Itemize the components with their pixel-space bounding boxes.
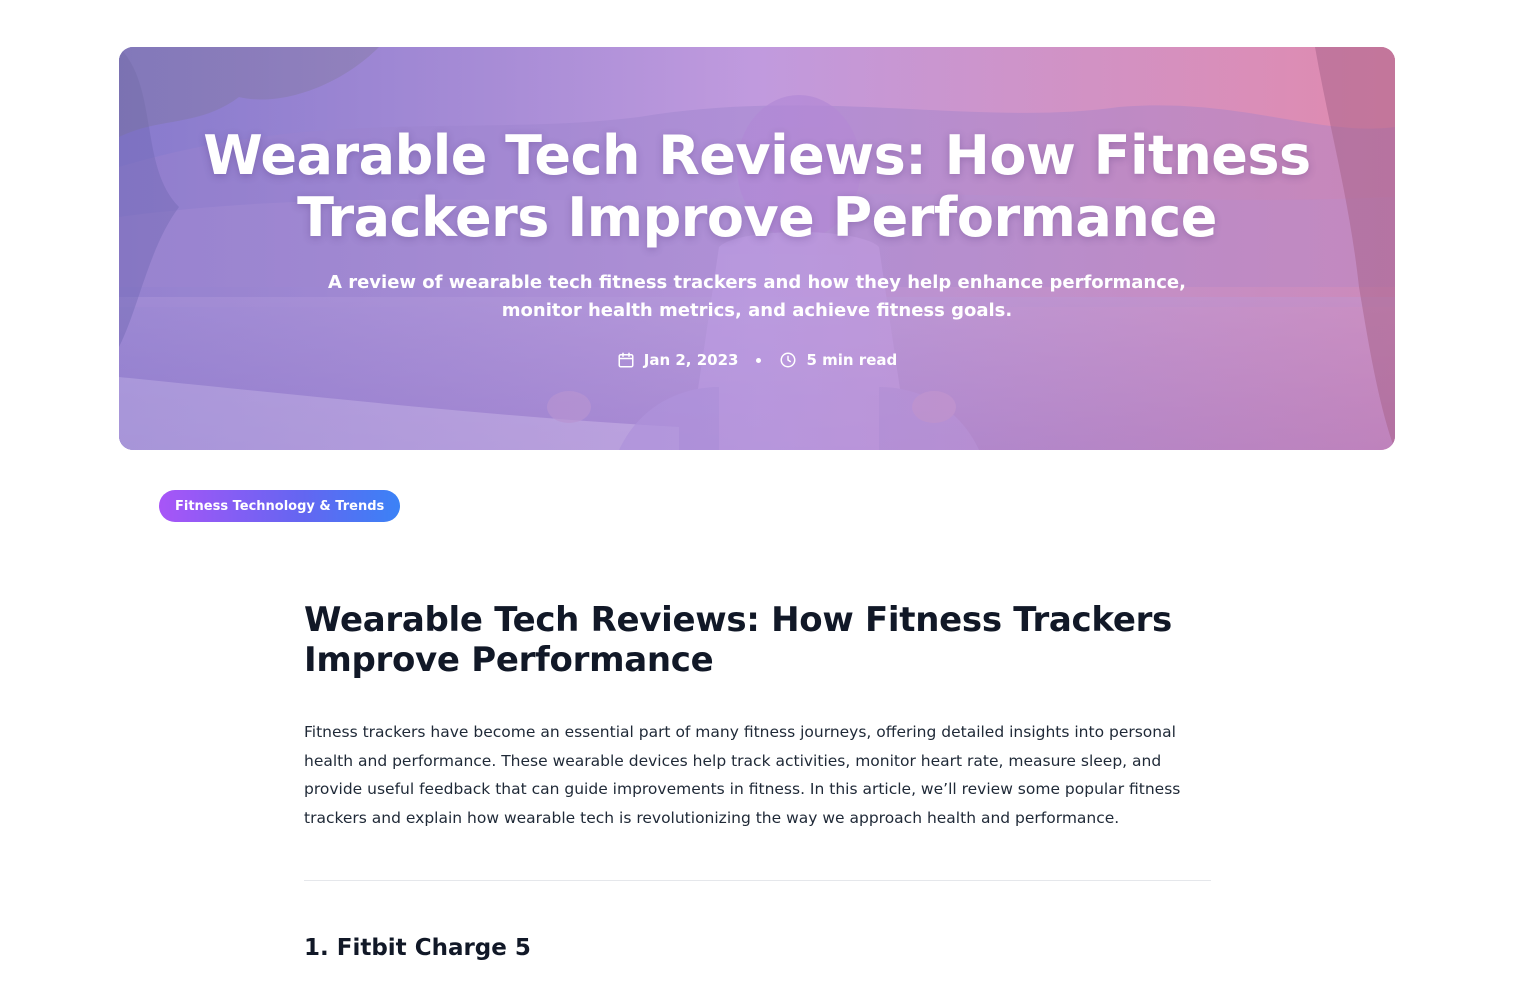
category-tag[interactable]: Fitness Technology & Trends xyxy=(159,490,401,522)
article-intro-paragraph: Fitness trackers have become an essentia… xyxy=(304,723,1181,827)
post-read-time-text: 5 min read xyxy=(806,351,898,369)
article-body: Wearable Tech Reviews: How Fitness Track… xyxy=(304,600,1211,963)
article-title: Wearable Tech Reviews: How Fitness Track… xyxy=(304,600,1172,680)
hero-content: Wearable Tech Reviews: How Fitness Track… xyxy=(119,124,1395,370)
post-date: Jan 2, 2023 xyxy=(617,351,739,369)
post-meta: Jan 2, 2023 5 min read xyxy=(119,351,1395,369)
meta-separator-dot xyxy=(756,357,762,363)
hero-title: Wearable Tech Reviews: How Fitness Track… xyxy=(203,124,1311,249)
hero-banner: Wearable Tech Reviews: How Fitness Track… xyxy=(119,47,1395,450)
section-heading-fitbit-charge-5: 1. Fitbit Charge 5 xyxy=(304,935,531,961)
section-divider xyxy=(304,880,1211,881)
clock-icon xyxy=(780,352,796,368)
post-date-text: Jan 2, 2023 xyxy=(643,351,739,369)
post-read-time: 5 min read xyxy=(779,351,897,369)
hero-subtitle: A review of wearable tech fitness tracke… xyxy=(328,272,1186,321)
calendar-icon xyxy=(618,352,634,368)
